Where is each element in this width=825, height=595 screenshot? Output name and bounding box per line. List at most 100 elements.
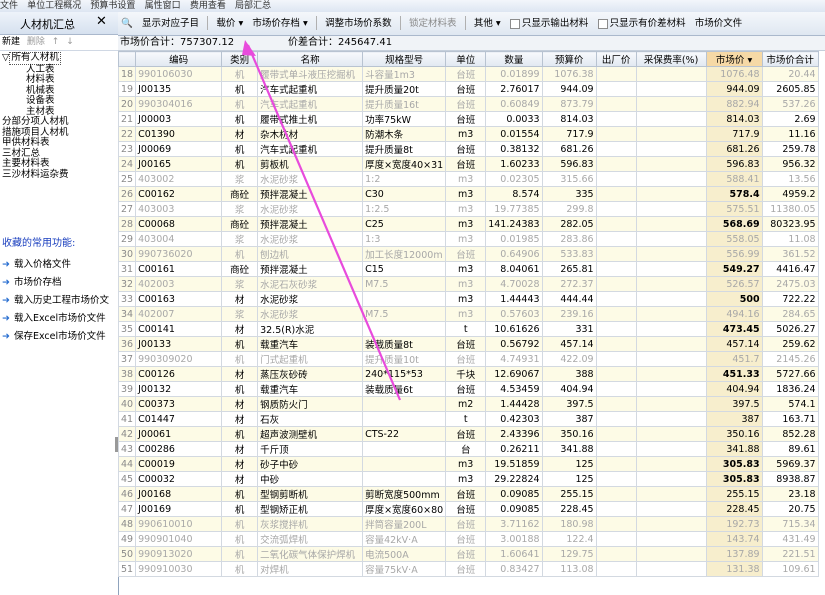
cell-market-price[interactable]: 568.69 (705, 216, 763, 232)
table-row[interactable]: 25 403002 浆水泥砂浆 1:2 m3 0.02305 315.66 588.41 13.… (117, 171, 819, 187)
table-row[interactable]: 24 J00165 机剪板机 厚度×宽度40×31 台班 1.60233 596.83 596… (117, 156, 819, 172)
col-name[interactable]: 名称 (257, 51, 364, 67)
cell-market-price[interactable]: 228.45 (705, 501, 763, 517)
cell-market-price[interactable]: 526.57 (705, 276, 763, 292)
cell-market-price[interactable]: 387 (705, 411, 763, 427)
tree-toggle-icon[interactable]: ▽ (2, 52, 9, 63)
table-row[interactable]: 27 403003 浆水泥砂浆 1:2.5 m3 19.77385 299.8 575.51 1… (117, 201, 819, 217)
tree-item[interactable]: 设备表 (0, 95, 118, 107)
cell-market-price[interactable]: 596.83 (705, 156, 763, 172)
table-row[interactable]: 48 990610010 机灰浆搅拌机 拌筒容量200L 台班 3.71162 180.98… (117, 516, 819, 532)
cell-market-price[interactable]: 473.45 (705, 321, 763, 337)
cell-market-price[interactable]: 717.9 (705, 126, 763, 142)
new-button[interactable]: 新建 (2, 37, 20, 47)
cell-market-price[interactable]: 404.94 (705, 381, 763, 397)
table-row[interactable]: 46 J00168 机型钢剪断机 剪断宽度500mm 台班 0.09085 255.15 25… (117, 486, 819, 502)
favorite-item[interactable]: ➜ 市场价存档 (0, 274, 118, 292)
cell-market-price[interactable]: 255.15 (705, 486, 763, 502)
cell-market-price[interactable]: 451.7 (705, 351, 763, 367)
table-row[interactable]: 19 J00135 机汽车式起重机 提升质量20t 台班 2.76017 944.09 944… (117, 81, 819, 97)
cell-market-price[interactable]: 588.41 (705, 171, 763, 187)
other-menu-button[interactable]: 其他 ▾ (471, 12, 504, 35)
cell-market-price[interactable]: 681.26 (705, 141, 763, 157)
table-row[interactable]: 34 402007 浆水泥砂浆 M7.5 m3 0.57603 239.16 494.16 28… (117, 306, 819, 322)
cell-market-price[interactable]: 578.4 (705, 186, 763, 202)
favorite-item[interactable]: ➜ 保存Excel市场价文件 (0, 328, 118, 346)
cell-market-price[interactable]: 305.83 (705, 456, 763, 472)
load-price-button[interactable]: 载价 ▾ (213, 12, 246, 35)
cell-market-price[interactable]: 143.74 (705, 531, 763, 547)
adjust-coef-button[interactable]: 调整市场价系数 (322, 12, 395, 35)
top-item[interactable]: 预算书设置 (90, 0, 135, 12)
cell-market-price[interactable]: 397.5 (705, 396, 763, 412)
table-row[interactable]: 35 C00141 材 32.5(R)水泥 t 10.61626 331 473.45 5026… (117, 321, 819, 337)
table-row[interactable]: 49 990901040 机交流弧焊机 容量42kV·A 台班 3.00188 122.4 1… (117, 531, 819, 547)
table-row[interactable]: 45 C00032 材中砂 m3 29.22824 125 305.83 8938.87 (117, 471, 819, 487)
table-row[interactable]: 37 990309020 机门式起重机 提升质量10t 台班 4.74931 422.09 4… (117, 351, 819, 367)
cell-market-price[interactable]: 350.16 (705, 426, 763, 442)
cell-market-price[interactable]: 457.14 (705, 336, 763, 352)
col-unit[interactable]: 单位 (445, 51, 487, 67)
table-row[interactable]: 32 402003 浆水泥石灰砂浆 M7.5 m3 4.70028 272.37 526.57… (117, 276, 819, 292)
table-row[interactable]: 40 C00373 材钢质防火门 m2 1.44428 397.5 397.5 574.1 (117, 396, 819, 412)
favorite-item[interactable]: ➜ 载入价格文件 (0, 256, 118, 274)
table-row[interactable]: 20 990304016 机汽车式起重机 提升质量16t 台班 0.60849 873.79… (117, 96, 819, 112)
cell-market-price[interactable]: 305.83 (705, 471, 763, 487)
table-row[interactable]: 41 C01447 材石灰 t 0.42303 387 387 163.71 (117, 411, 819, 427)
table-row[interactable]: 29 403004 浆水泥砂浆 1:3 m3 0.01985 283.86 558.05 11.… (117, 231, 819, 247)
top-item[interactable]: 单位工程概况 (27, 0, 81, 12)
table-row[interactable]: 50 990913020 机二氧化碳气体保护焊机 电流500A 台班 1.60641 129… (117, 546, 819, 562)
col-qty[interactable]: 数量 (485, 51, 543, 67)
col-factory[interactable]: 出厂价 (595, 51, 637, 67)
cell-market-price[interactable]: 500 (705, 291, 763, 307)
tree-item[interactable]: 三沙材料运杂费 (0, 169, 118, 181)
col-fee-rate[interactable]: 采保费率(%) (635, 51, 707, 67)
cell-market-price[interactable]: 137.89 (705, 546, 763, 562)
cell-market-price[interactable]: 451.33 (705, 366, 763, 382)
lock-table-button[interactable]: 锁定材料表 (406, 12, 460, 35)
tree-item[interactable]: 机械表 (0, 85, 118, 97)
table-row[interactable]: 21 J00003 机履带式推土机 功率75kW 台班 0.0033 814.03 814.0… (117, 111, 819, 127)
table-row[interactable]: 51 990910030 机对焊机 容量75kV·A 台班 0.83427 113.08 13… (117, 561, 819, 577)
table-row[interactable]: 36 J00133 机载重汽车 装载质量8t 台班 0.56792 457.14 457.14… (117, 336, 819, 352)
tree-item[interactable]: 材料表 (0, 74, 118, 86)
cell-market-price[interactable]: 549.27 (705, 261, 763, 277)
only-diff-checkbox[interactable]: 只显示有价差材料 (595, 12, 689, 35)
table-row[interactable]: 30 990736020 机刨边机 加工长度12000m 台班 0.64906 533.83… (117, 246, 819, 262)
cell-market-price[interactable]: 192.73 (705, 516, 763, 532)
table-row[interactable]: 28 C00068 商砼 预拌混凝土 C25 m3 141.24383 282.05 568.6… (117, 216, 819, 232)
table-row[interactable]: 31 C00161 商砼 预拌混凝土 C15 m3 8.04061 265.81 549.27 4… (117, 261, 819, 277)
cell-market-price[interactable]: 1076.48 (705, 66, 763, 82)
col-market-price[interactable]: 市场价 ▾ (705, 51, 763, 67)
cell-market-price[interactable]: 558.05 (705, 231, 763, 247)
cell-market-price[interactable]: 556.99 (705, 246, 763, 262)
top-item[interactable]: 属性窗口 (145, 0, 181, 12)
cell-market-price[interactable]: 131.38 (705, 561, 763, 577)
col-budget[interactable]: 预算价 (541, 51, 597, 67)
only-output-checkbox[interactable]: 只显示输出材料 (507, 12, 592, 35)
move-down-icon[interactable]: ↓ (66, 37, 74, 47)
cell-market-price[interactable]: 814.03 (705, 111, 763, 127)
table-row[interactable]: 43 C00286 材千斤顶台 0.26211 341.88 341.88 89.61 (117, 441, 819, 457)
table-row[interactable]: 18 990106030 机履带式单斗液压挖掘机 斗容量1m3 台班 0.01899 107… (117, 66, 819, 82)
table-row[interactable]: 38 C00126 材蒸压灰砂砖 240*115*53 千块 12.69067 388 451… (117, 366, 819, 382)
table-row[interactable]: 47 J00169 机型钢矫正机 厚度×宽度60×80 台班 0.09085 228.45 2… (117, 501, 819, 517)
favorite-item[interactable]: ➜ 载入历史工程市场价文 (0, 292, 118, 310)
table-row[interactable]: 44 C00019 材砂子中砂 m3 19.51859 125 305.83 5969.37 (117, 456, 819, 472)
tree-item[interactable]: ▽ 所有人材机 (0, 52, 118, 65)
market-save-button[interactable]: 市场价存档 ▾ (249, 12, 310, 35)
table-row[interactable]: 26 C00162 商砼 预拌混凝土 C30 m3 8.574 335 578.4 4959.2 (117, 186, 819, 202)
table-row[interactable]: 39 J00132 机载重汽车 装载质量6t 台班 4.53459 404.94 404.94… (117, 381, 819, 397)
table-row[interactable]: 22 C01390 材杂木枋材 防潮木条 m3 0.01554 717.9 717.9 11.1… (117, 126, 819, 142)
move-up-icon[interactable]: ↑ (52, 37, 60, 47)
close-icon[interactable]: ✕ (96, 14, 107, 29)
show-sub-button[interactable]: 显示对应子目 (139, 12, 202, 35)
find-icon[interactable]: 🔍 (118, 12, 136, 35)
cell-market-price[interactable]: 575.51 (705, 201, 763, 217)
table-row[interactable]: 23 J00069 机汽车式起重机 提升质量8t 台班 0.38132 681.26 681.… (117, 141, 819, 157)
cell-market-price[interactable]: 882.94 (705, 96, 763, 112)
cell-market-price[interactable]: 944.09 (705, 81, 763, 97)
table-row[interactable]: 33 C00163 材水泥砂浆 m3 1.44443 444.44 500 722.22 (117, 291, 819, 307)
price-file-button[interactable]: 市场价文件 (692, 12, 746, 35)
tree-item[interactable]: 人工表 (0, 64, 118, 76)
